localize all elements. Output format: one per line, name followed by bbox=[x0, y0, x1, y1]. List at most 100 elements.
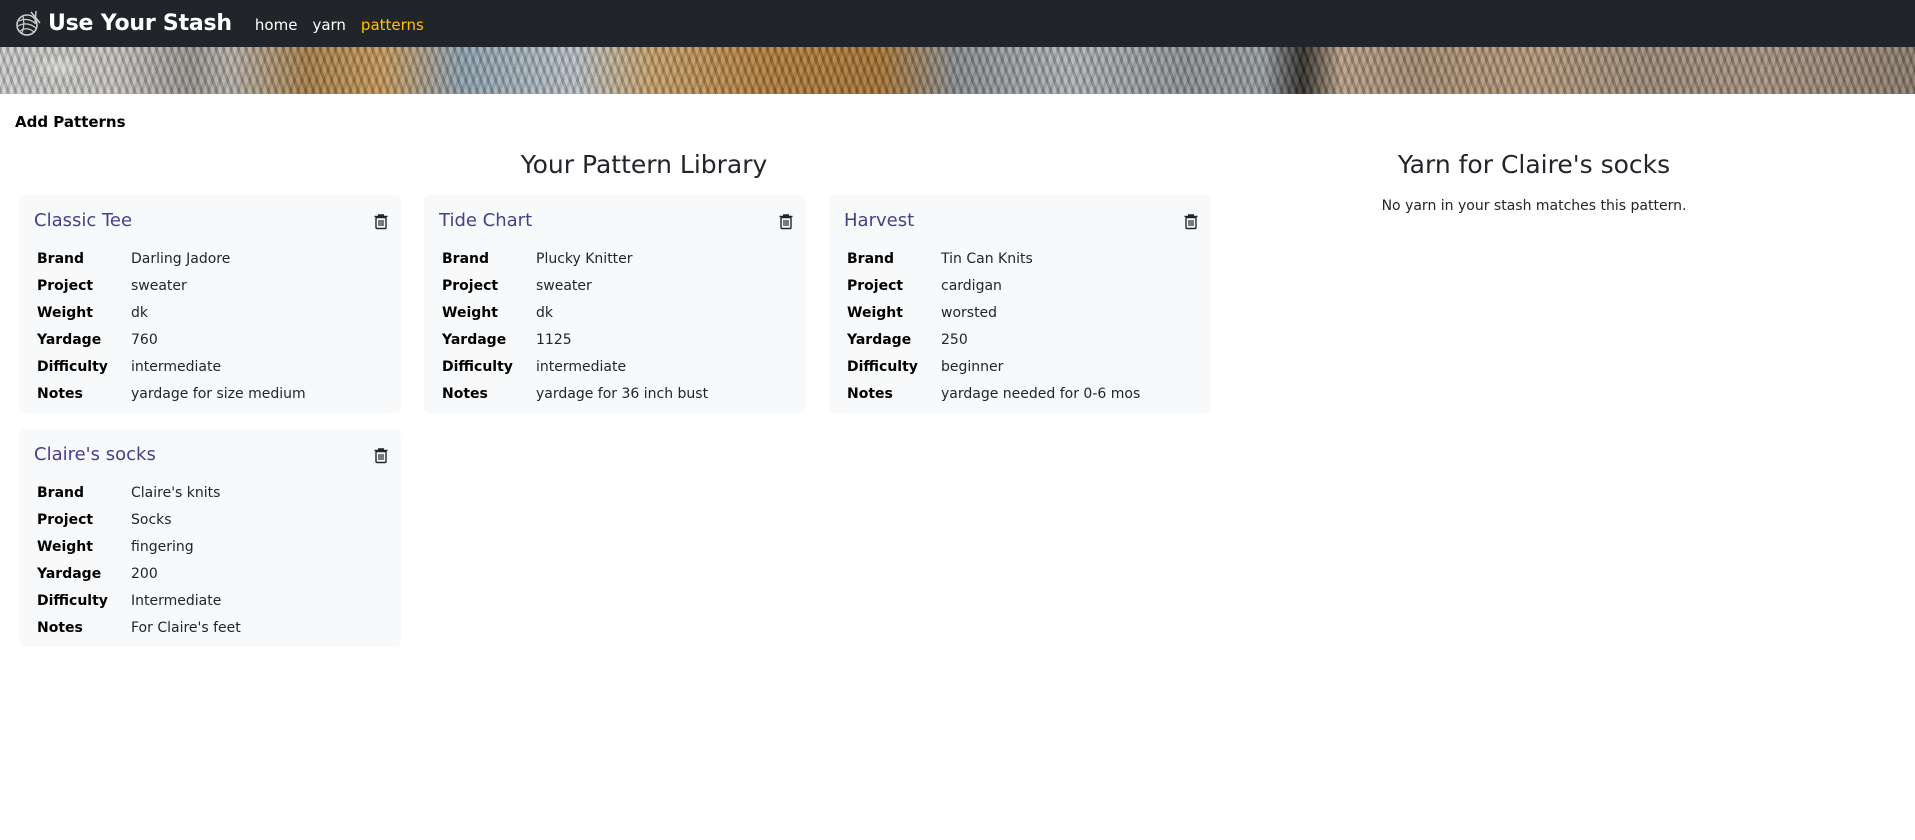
field-value: yardage needed for 0-6 mos bbox=[941, 385, 1141, 402]
trash-icon[interactable] bbox=[373, 447, 389, 464]
field-value: intermediate bbox=[536, 358, 627, 375]
detail-row-weight: Weight fingering bbox=[37, 533, 241, 560]
pattern-library-title: Your Pattern Library bbox=[520, 150, 768, 179]
detail-row-notes: Notes yardage needed for 0-6 mos bbox=[847, 380, 1140, 407]
field-label: Brand bbox=[442, 250, 490, 267]
detail-row-project: Project sweater bbox=[37, 272, 306, 299]
yarn-panel-title: Yarn for Claire's socks bbox=[1397, 150, 1671, 179]
field-label: Difficulty bbox=[442, 358, 513, 375]
pattern-details: Brand Tin Can Knits Project cardigan Weigh… bbox=[847, 245, 1140, 407]
field-value: cardigan bbox=[941, 277, 1002, 294]
nav-link-home[interactable]: home bbox=[255, 16, 298, 34]
yarn-ball-icon bbox=[16, 10, 41, 36]
field-value: Plucky Knitter bbox=[536, 250, 633, 267]
field-label: Brand bbox=[37, 250, 85, 267]
trash-icon[interactable] bbox=[373, 213, 389, 230]
field-label: Notes bbox=[37, 385, 83, 402]
field-value: worsted bbox=[941, 304, 998, 321]
field-label: Difficulty bbox=[847, 358, 918, 375]
detail-row-project: Project Socks bbox=[37, 506, 241, 533]
pattern-title[interactable]: Claire's socks bbox=[34, 444, 156, 465]
detail-row-weight: Weight worsted bbox=[847, 299, 1140, 326]
field-value: 200 bbox=[131, 565, 158, 582]
pattern-details: Brand Darling Jadore Project sweater Weigh… bbox=[37, 245, 306, 407]
field-label: Weight bbox=[37, 538, 93, 555]
pattern-card: Claire's socks Brand Claire's knits Proje… bbox=[19, 429, 401, 647]
pattern-title[interactable]: Classic Tee bbox=[34, 210, 132, 231]
field-label: Yardage bbox=[847, 331, 912, 348]
field-value: Intermediate bbox=[131, 592, 222, 609]
field-label: Yardage bbox=[37, 331, 102, 348]
field-label: Brand bbox=[37, 484, 85, 501]
field-value: 1125 bbox=[536, 331, 572, 348]
detail-row-yardage: Yardage 760 bbox=[37, 326, 306, 353]
field-value: yardage for 36 inch bust bbox=[536, 385, 709, 402]
field-value: For Claire's feet bbox=[131, 619, 241, 636]
field-value: intermediate bbox=[131, 358, 222, 375]
field-label: Notes bbox=[847, 385, 893, 402]
detail-row-yardage: Yardage 200 bbox=[37, 560, 241, 587]
field-value: yardage for size medium bbox=[131, 385, 306, 402]
detail-row-difficulty: Difficulty intermediate bbox=[442, 353, 708, 380]
nav-link-yarn[interactable]: yarn bbox=[312, 16, 345, 34]
field-value: Darling Jadore bbox=[131, 250, 231, 267]
detail-row-brand: Brand Tin Can Knits bbox=[847, 245, 1140, 272]
detail-row-difficulty: Difficulty beginner bbox=[847, 353, 1140, 380]
field-label: Project bbox=[847, 277, 904, 294]
pattern-details: Brand Plucky Knitter Project sweater Weigh… bbox=[442, 245, 708, 407]
field-value: dk bbox=[131, 304, 148, 321]
detail-row-project: Project cardigan bbox=[847, 272, 1140, 299]
field-label: Difficulty bbox=[37, 592, 108, 609]
knitting-banner-image bbox=[0, 47, 1915, 94]
field-value: 760 bbox=[131, 331, 158, 348]
field-label: Yardage bbox=[37, 565, 102, 582]
nav-link-patterns[interactable]: patterns bbox=[361, 16, 424, 34]
field-label: Brand bbox=[847, 250, 895, 267]
trash-icon[interactable] bbox=[1183, 213, 1199, 230]
field-label: Notes bbox=[442, 385, 488, 402]
detail-row-brand: Brand Darling Jadore bbox=[37, 245, 306, 272]
field-value: Socks bbox=[131, 511, 172, 528]
add-patterns-heading[interactable]: Add Patterns bbox=[15, 113, 126, 131]
nav-links: home yarn patterns bbox=[255, 16, 439, 34]
pattern-card: Harvest Brand Tin Can Knits Project cardig… bbox=[829, 195, 1211, 413]
detail-row-difficulty: Difficulty intermediate bbox=[37, 353, 306, 380]
detail-row-yardage: Yardage 1125 bbox=[442, 326, 708, 353]
brand-title: Use Your Stash bbox=[48, 11, 232, 36]
field-value: beginner bbox=[941, 358, 1004, 375]
field-value: sweater bbox=[536, 277, 592, 294]
trash-icon[interactable] bbox=[778, 213, 794, 230]
field-label: Weight bbox=[442, 304, 498, 321]
field-value: Claire's knits bbox=[131, 484, 221, 501]
field-label: Yardage bbox=[442, 331, 507, 348]
detail-row-weight: Weight dk bbox=[37, 299, 306, 326]
field-value: Tin Can Knits bbox=[941, 250, 1033, 267]
field-label: Project bbox=[37, 277, 94, 294]
pattern-details: Brand Claire's knits Project Socks Weight f… bbox=[37, 479, 241, 641]
field-label: Project bbox=[37, 511, 94, 528]
pattern-card: Classic Tee Brand Darling Jadore Project s… bbox=[19, 195, 401, 413]
field-label: Weight bbox=[37, 304, 93, 321]
yarn-empty-message: No yarn in your stash matches this patte… bbox=[1381, 198, 1687, 214]
detail-row-brand: Brand Claire's knits bbox=[37, 479, 241, 506]
detail-row-yardage: Yardage 250 bbox=[847, 326, 1140, 353]
field-label: Weight bbox=[847, 304, 903, 321]
brand-link[interactable]: Use Your Stash bbox=[13, 9, 232, 39]
navbar: Use Your Stash home yarn patterns bbox=[0, 0, 1915, 47]
field-value: 250 bbox=[941, 331, 968, 348]
pattern-card: Tide Chart Brand Plucky Knitter Project sw… bbox=[424, 195, 806, 413]
field-value: sweater bbox=[131, 277, 187, 294]
field-value: dk bbox=[536, 304, 553, 321]
detail-row-difficulty: Difficulty Intermediate bbox=[37, 587, 241, 614]
field-label: Notes bbox=[37, 619, 83, 636]
detail-row-project: Project sweater bbox=[442, 272, 708, 299]
detail-row-weight: Weight dk bbox=[442, 299, 708, 326]
pattern-title[interactable]: Tide Chart bbox=[439, 210, 532, 231]
pattern-title[interactable]: Harvest bbox=[844, 210, 914, 231]
field-label: Difficulty bbox=[37, 358, 108, 375]
field-label: Project bbox=[442, 277, 499, 294]
field-value: fingering bbox=[131, 538, 194, 555]
detail-row-notes: Notes yardage for size medium bbox=[37, 380, 306, 407]
detail-row-notes: Notes For Claire's feet bbox=[37, 614, 241, 641]
detail-row-brand: Brand Plucky Knitter bbox=[442, 245, 708, 272]
